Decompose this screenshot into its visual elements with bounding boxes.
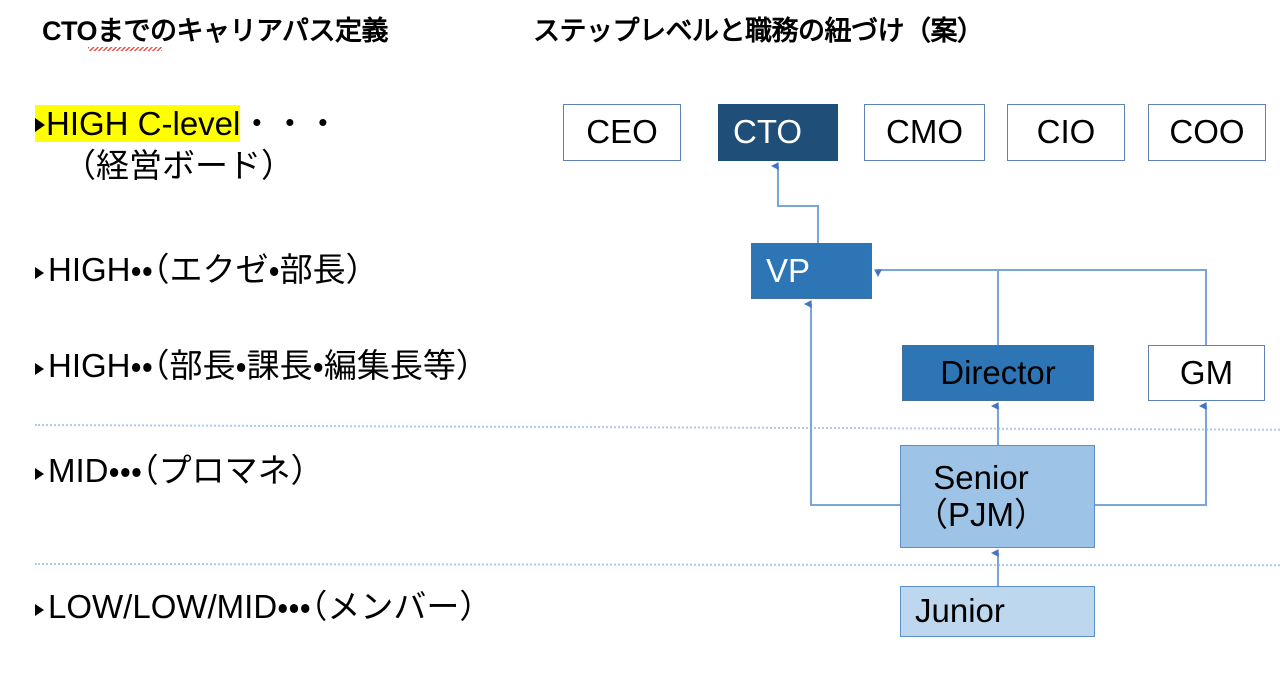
node-vp[interactable]: VP — [751, 243, 872, 299]
edge-vp-to-cto — [771, 162, 820, 243]
node-cmo[interactable]: CMO — [864, 104, 985, 161]
node-director[interactable]: Director — [902, 345, 1094, 401]
node-junior[interactable]: Junior — [900, 586, 1095, 637]
edge-director-to-vp — [874, 268, 1000, 345]
edge-senior-to-vp — [804, 300, 900, 507]
node-senior[interactable]: Senior （PJM） — [900, 445, 1095, 548]
node-cto[interactable]: CTO — [718, 104, 838, 161]
slide-canvas: CTOまでのキャリアパス定義 ステップレベルと職務の紐づけ（案） HIGH C-… — [0, 0, 1280, 696]
edge-senior-to-gm — [1095, 402, 1208, 507]
node-gm[interactable]: GM — [1148, 345, 1265, 401]
node-coo[interactable]: COO — [1148, 104, 1266, 161]
node-cio[interactable]: CIO — [1007, 104, 1125, 161]
edge-gm-to-vp — [998, 268, 1208, 345]
node-ceo[interactable]: CEO — [563, 104, 681, 161]
